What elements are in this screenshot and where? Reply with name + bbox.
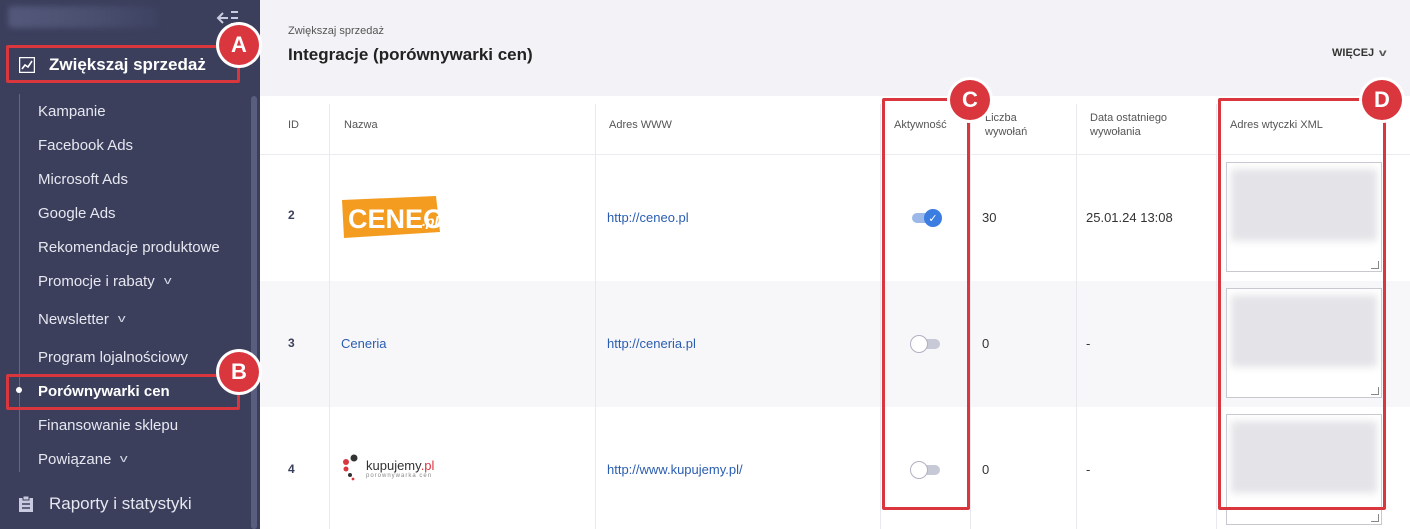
- column-divider: [1076, 104, 1077, 529]
- column-divider: [329, 104, 330, 529]
- sidebar-item-promotions[interactable]: Promocje i rabaty v: [38, 269, 172, 293]
- store-name-blurred: [8, 6, 158, 28]
- callout-badge-d: D: [1362, 80, 1402, 120]
- column-header-last-line2: wywołania: [1090, 126, 1141, 138]
- xml-url-textarea[interactable]: [1226, 288, 1382, 398]
- sidebar-item-label: Powiązane: [38, 450, 112, 468]
- row-calls: 0: [982, 336, 990, 351]
- ceneo-logo-suffix-text: .pl: [422, 213, 439, 229]
- chevron-down-icon: v: [120, 453, 128, 465]
- chevron-down-icon: v: [1379, 47, 1387, 59]
- clipboard-icon: [18, 495, 34, 513]
- sidebar-item-loyalty-program[interactable]: Program lojalnościowy: [38, 345, 188, 369]
- column-header-url[interactable]: Adres WWW: [609, 96, 672, 154]
- sidebar-item-label: Finansowanie sklepu: [38, 416, 179, 434]
- sidebar-item-facebook-ads[interactable]: Facebook Ads: [38, 133, 133, 157]
- sidebar-item-label: Porównywarki cen: [38, 382, 170, 400]
- sidebar-reports-label: Raporty i statystyki: [49, 494, 192, 513]
- activity-toggle[interactable]: [910, 335, 942, 353]
- row-last-call: -: [1086, 462, 1091, 477]
- column-header-id[interactable]: ID: [288, 96, 299, 154]
- sidebar-item-label: Rekomendacje produktowe: [38, 238, 220, 256]
- column-header-xml[interactable]: Adres wtyczki XML: [1230, 96, 1323, 154]
- breadcrumb[interactable]: Zwiększaj sprzedaż: [288, 25, 384, 37]
- xml-url-blurred: [1231, 295, 1377, 367]
- row-url-link[interactable]: http://www.kupujemy.pl/: [607, 462, 743, 477]
- row-url-link[interactable]: http://ceneria.pl: [607, 336, 696, 351]
- toggle-knob: [910, 461, 928, 479]
- sidebar-item-related[interactable]: Powiązane v: [38, 447, 128, 471]
- sidebar-item-label: Kampanie: [38, 102, 106, 120]
- sidebar-item-store-financing[interactable]: Finansowanie sklepu: [38, 413, 178, 437]
- kupujemy-logo-subtext: porownywarka cen: [366, 473, 433, 479]
- column-header-name[interactable]: Nazwa: [344, 96, 378, 154]
- callout-badge-c: C: [950, 80, 990, 120]
- check-icon: ✓: [924, 209, 942, 227]
- activity-toggle[interactable]: [910, 461, 942, 479]
- kupujemy-logo[interactable]: kupujemy.pl porownywarka cen: [340, 453, 434, 481]
- column-divider: [595, 104, 596, 529]
- column-header-calls[interactable]: Liczba wywołań: [985, 96, 1027, 154]
- chevron-down-icon: v: [117, 313, 126, 325]
- column-header-calls-line1: Liczba: [985, 112, 1017, 124]
- resize-grip-icon[interactable]: [1371, 261, 1379, 269]
- row-id: 2: [288, 208, 295, 222]
- sidebar-item-label: Google Ads: [38, 204, 116, 222]
- column-header-last-call[interactable]: Data ostatniego wywołania: [1090, 96, 1167, 154]
- sidebar-item-microsoft-ads[interactable]: Microsoft Ads: [38, 167, 128, 191]
- resize-grip-icon[interactable]: [1371, 387, 1379, 395]
- sidebar-item-product-recommendations[interactable]: Rekomendacje produktowe: [38, 235, 220, 259]
- column-divider: [880, 104, 881, 529]
- xml-url-textarea[interactable]: [1226, 414, 1382, 525]
- toggle-knob: [910, 335, 928, 353]
- column-divider: [1216, 104, 1217, 529]
- row-calls: 0: [982, 462, 990, 477]
- row-calls: 30: [982, 210, 997, 225]
- page-title: Integracje (porównywarki cen): [288, 45, 533, 64]
- sidebar-item-newsletter[interactable]: Newsletter v: [38, 307, 126, 331]
- sidebar-item-label: Facebook Ads: [38, 136, 134, 154]
- kupujemy-logo-suffix-text: .pl: [420, 458, 435, 473]
- more-button[interactable]: WIĘCEJ v: [1332, 47, 1387, 59]
- sidebar-section-increase-sales[interactable]: Zwiększaj sprzedaż: [8, 46, 240, 84]
- sidebar-item-label: Promocje i rabaty: [38, 272, 155, 290]
- header-divider: [260, 154, 1410, 155]
- callout-badge-b: B: [219, 352, 259, 392]
- column-header-activity[interactable]: Aktywność: [894, 96, 947, 154]
- more-button-label: WIĘCEJ: [1332, 47, 1375, 59]
- sidebar-section-reports[interactable]: Raporty i statystyki: [18, 494, 192, 514]
- sidebar-section-label: Zwiększaj sprzedaż: [49, 55, 206, 74]
- resize-grip-icon[interactable]: [1371, 514, 1379, 522]
- row-id: 4: [288, 462, 295, 476]
- collapse-sidebar-icon[interactable]: [216, 10, 240, 26]
- xml-url-textarea[interactable]: [1226, 162, 1382, 272]
- sidebar-tree-line: [19, 94, 20, 472]
- kupujemy-logo-main-text: kupujemy: [366, 458, 421, 473]
- xml-url-blurred: [1231, 421, 1377, 493]
- row-url-link[interactable]: http://ceneo.pl: [607, 210, 689, 225]
- sidebar: Zwiększaj sprzedaż Kampanie Facebook Ads…: [0, 0, 260, 529]
- row-last-call: 25.01.24 13:08: [1086, 210, 1173, 225]
- column-header-last-line1: Data ostatniego: [1090, 112, 1168, 124]
- row-last-call: -: [1086, 336, 1091, 351]
- sidebar-scrollbar[interactable]: [251, 96, 257, 529]
- column-header-calls-line2: wywołań: [985, 126, 1028, 138]
- xml-url-blurred: [1231, 169, 1377, 241]
- kupujemy-logo-mark-icon: [343, 454, 358, 481]
- chart-icon: [18, 56, 36, 74]
- row-name-link[interactable]: Ceneria: [341, 336, 387, 351]
- sidebar-item-label: Newsletter: [38, 310, 109, 328]
- chevron-down-icon: v: [163, 275, 172, 287]
- column-divider: [970, 104, 971, 529]
- activity-toggle[interactable]: ✓: [910, 209, 942, 227]
- callout-badge-a: A: [219, 25, 259, 65]
- ceneo-logo[interactable]: CENEO .pl: [340, 196, 444, 240]
- sidebar-item-price-comparators[interactable]: Porównywarki cen: [38, 379, 170, 403]
- active-indicator-dot: [16, 387, 22, 393]
- row-id: 3: [288, 336, 295, 350]
- sidebar-item-campaigns[interactable]: Kampanie: [38, 99, 106, 123]
- sidebar-item-label: Microsoft Ads: [38, 170, 129, 188]
- sidebar-item-label: Program lojalnościowy: [38, 348, 189, 366]
- sidebar-item-google-ads[interactable]: Google Ads: [38, 201, 116, 225]
